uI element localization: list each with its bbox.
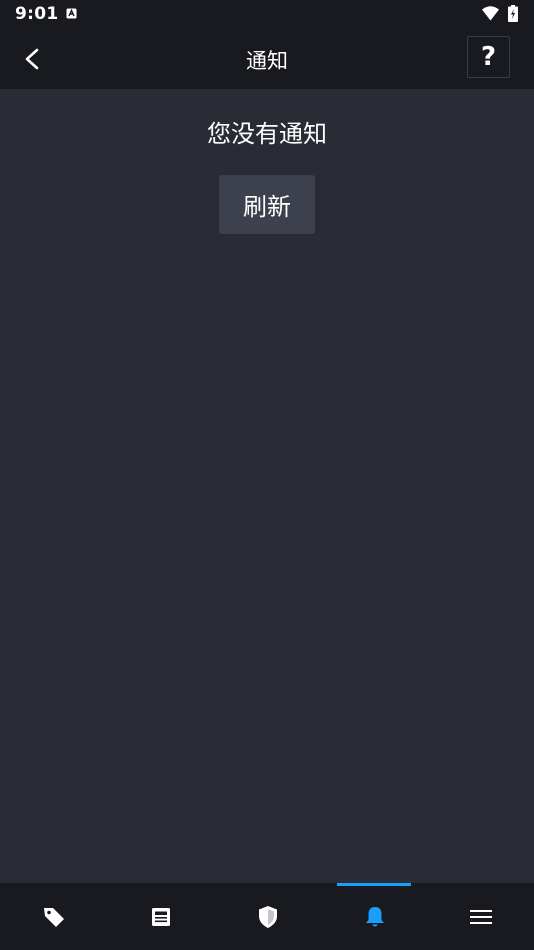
nav-item-guard[interactable] (214, 883, 321, 950)
status-time: 9:01 (15, 4, 59, 24)
menu-icon (469, 909, 492, 924)
shield-icon (258, 905, 277, 928)
empty-state-message: 您没有通知 (207, 120, 327, 148)
nav-item-news[interactable] (107, 883, 214, 950)
chevron-left-icon (25, 48, 39, 70)
battery-charging-icon (508, 5, 518, 22)
refresh-button[interactable]: 刷新 (219, 175, 315, 234)
nav-item-menu[interactable] (427, 883, 534, 950)
page-title: 通知 (246, 49, 288, 73)
app-bar: 通知 ? (0, 28, 534, 89)
nav-item-notifications[interactable] (321, 883, 428, 950)
notification-icon (66, 8, 77, 19)
back-button[interactable] (12, 38, 54, 80)
news-icon (151, 907, 170, 926)
bottom-nav (0, 883, 534, 950)
bell-icon (365, 906, 384, 926)
status-bar: 9:01 (0, 0, 534, 28)
tag-icon (43, 907, 64, 927)
wifi-icon (482, 6, 499, 21)
help-button[interactable]: ? (467, 36, 510, 78)
nav-item-store[interactable] (0, 883, 107, 950)
screen: 9:01 通知 ? 您没有通知 刷新 (0, 0, 534, 950)
